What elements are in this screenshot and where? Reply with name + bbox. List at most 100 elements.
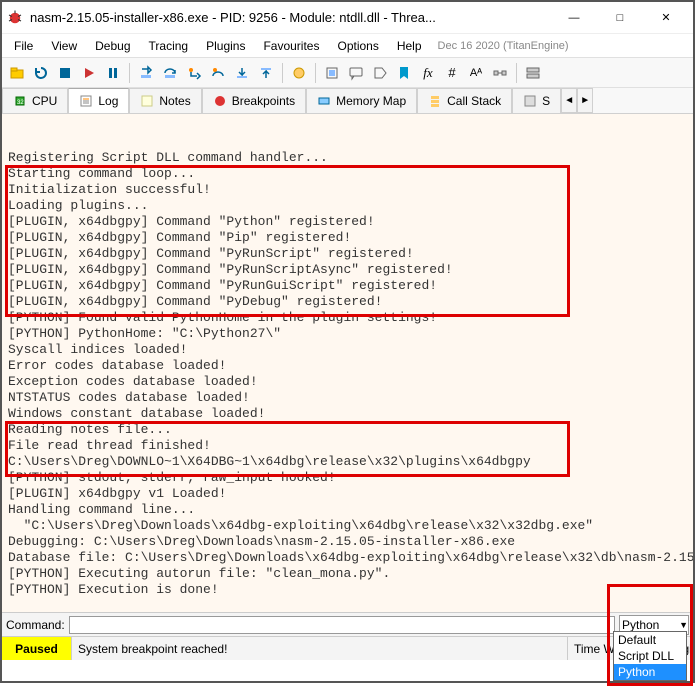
toolbar: fx # Aᴬ: [2, 58, 693, 88]
tab-notes[interactable]: Notes: [129, 88, 201, 113]
maximize-button[interactable]: □: [597, 3, 643, 33]
log-line: [PYTHON] Execution is done!: [8, 582, 687, 598]
log-line: [PLUGIN, x64dbgpy] Command "Python" regi…: [8, 214, 687, 230]
comments-icon[interactable]: [345, 62, 367, 84]
tab-memorymap-label: Memory Map: [336, 94, 406, 108]
tab-cpu[interactable]: 32 CPU: [2, 88, 68, 113]
menu-favourites[interactable]: Favourites: [255, 36, 327, 56]
log-line: [PYTHON] stdout, stderr, raw_input hooke…: [8, 470, 687, 486]
cpu-icon: 32: [13, 94, 27, 108]
minimize-button[interactable]: —: [551, 3, 597, 33]
status-message: System breakpoint reached!: [72, 637, 568, 660]
notes-icon: [140, 94, 154, 108]
callstack-icon: [428, 94, 442, 108]
log-line: [PLUGIN, x64dbgpy] Command "PyRunScriptA…: [8, 262, 687, 278]
log-line: NTSTATUS codes database loaded!: [8, 390, 687, 406]
window-controls: — □ ✕: [551, 3, 689, 33]
menu-options[interactable]: Options: [329, 36, 386, 56]
trace-over-icon[interactable]: [207, 62, 229, 84]
log-line: Error codes database loaded!: [8, 358, 687, 374]
tab-more-label: S: [542, 94, 550, 108]
tab-callstack-label: Call Stack: [447, 94, 501, 108]
engine-option-python[interactable]: Python: [614, 664, 686, 680]
command-input[interactable]: [69, 616, 615, 634]
run-to-return-icon[interactable]: [231, 62, 253, 84]
menu-help[interactable]: Help: [389, 36, 430, 56]
log-line: Syscall indices loaded!: [8, 342, 687, 358]
log-line: [PLUGIN] x64dbgpy v1 Loaded!: [8, 486, 687, 502]
menu-tracing[interactable]: Tracing: [141, 36, 197, 56]
tab-scroll-left[interactable]: ◄: [561, 88, 577, 113]
log-line: Debugging: C:\Users\Dreg\Downloads\nasm-…: [8, 534, 687, 550]
scylla-icon[interactable]: [288, 62, 310, 84]
tab-callstack[interactable]: Call Stack: [417, 88, 512, 113]
tab-notes-label: Notes: [159, 94, 190, 108]
log-line: Exception codes database loaded!: [8, 374, 687, 390]
window-title: nasm-2.15.05-installer-x86.exe - PID: 92…: [30, 10, 551, 25]
log-line: [PYTHON] PythonHome: "C:\Python27\": [8, 326, 687, 342]
stop-icon[interactable]: [54, 62, 76, 84]
step-over-icon[interactable]: [159, 62, 181, 84]
menu-debug[interactable]: Debug: [87, 36, 138, 56]
calls-icon[interactable]: [489, 62, 511, 84]
tab-log-label: Log: [98, 94, 118, 108]
statusbar: Paused System breakpoint reached! Time W…: [2, 636, 693, 660]
run-to-user-icon[interactable]: [255, 62, 277, 84]
log-line: [PYTHON] Executing autorun file: "clean_…: [8, 566, 687, 582]
log-line: Initialization successful!: [8, 182, 687, 198]
chevron-down-icon: ▼: [679, 620, 688, 630]
open-icon[interactable]: [6, 62, 28, 84]
log-line: Reading notes file...: [8, 422, 687, 438]
tab-scroll-right[interactable]: ►: [577, 88, 593, 113]
log-line: Database file: C:\Users\Dreg\Downloads\x…: [8, 550, 687, 566]
pause-icon[interactable]: [102, 62, 124, 84]
step-into-icon[interactable]: [135, 62, 157, 84]
engine-option-default[interactable]: Default: [614, 632, 686, 648]
strings-icon[interactable]: Aᴬ: [465, 62, 487, 84]
log-line: [PLUGIN, x64dbgpy] Command "Pip" registe…: [8, 230, 687, 246]
log-line: [PYTHON] Found valid PythonHome in the p…: [8, 310, 687, 326]
engine-dropdown-popup: Default Script DLL Python: [613, 631, 687, 681]
log-line: Loading plugins...: [8, 198, 687, 214]
menu-plugins[interactable]: Plugins: [198, 36, 253, 56]
log-line: [PLUGIN, x64dbgpy] Command "PyDebug" reg…: [8, 294, 687, 310]
functions-icon[interactable]: fx: [417, 62, 439, 84]
settings-icon[interactable]: [522, 62, 544, 84]
log-line: [PLUGIN, x64dbgpy] Command "PyRunGuiScri…: [8, 278, 687, 294]
svg-text:32: 32: [17, 100, 24, 106]
log-line: Windows constant database loaded!: [8, 406, 687, 422]
trace-into-icon[interactable]: [183, 62, 205, 84]
seh-icon: [523, 94, 537, 108]
menu-view[interactable]: View: [43, 36, 85, 56]
memory-icon: [317, 94, 331, 108]
tab-breakpoints-label: Breakpoints: [232, 94, 295, 108]
bookmarks-icon[interactable]: [393, 62, 415, 84]
variables-icon[interactable]: #: [441, 62, 463, 84]
titlebar: nasm-2.15.05-installer-x86.exe - PID: 92…: [2, 2, 693, 34]
labels-icon[interactable]: [369, 62, 391, 84]
menu-file[interactable]: File: [6, 36, 41, 56]
tab-log[interactable]: Log: [68, 88, 129, 113]
build-date: Dec 16 2020 (TitanEngine): [438, 40, 569, 52]
tab-more[interactable]: S: [512, 88, 561, 113]
restart-icon[interactable]: [30, 62, 52, 84]
tabbar: 32 CPU Log Notes Breakpoints Memory Map …: [2, 88, 693, 114]
log-icon: [79, 94, 93, 108]
command-label: Command:: [6, 618, 65, 632]
run-icon[interactable]: [78, 62, 100, 84]
log-line: Handling command line...: [8, 502, 687, 518]
tab-cpu-label: CPU: [32, 94, 57, 108]
log-line: File read thread finished!: [8, 438, 687, 454]
status-state: Paused: [2, 637, 72, 660]
log-line: [PLUGIN, x64dbgpy] Command "PyRunScript"…: [8, 246, 687, 262]
log-line: C:\Users\Dreg\DOWNLO~1\X64DBG~1\x64dbg\r…: [8, 454, 687, 470]
engine-option-scriptdll[interactable]: Script DLL: [614, 648, 686, 664]
patches-icon[interactable]: [321, 62, 343, 84]
breakpoint-icon: [213, 94, 227, 108]
log-line: "C:\Users\Dreg\Downloads\x64dbg-exploiti…: [8, 518, 687, 534]
log-pane[interactable]: Registering Script DLL command handler..…: [2, 114, 693, 612]
tab-memorymap[interactable]: Memory Map: [306, 88, 417, 113]
close-button[interactable]: ✕: [643, 3, 689, 33]
tab-breakpoints[interactable]: Breakpoints: [202, 88, 306, 113]
command-engine-value: Python: [622, 618, 659, 632]
